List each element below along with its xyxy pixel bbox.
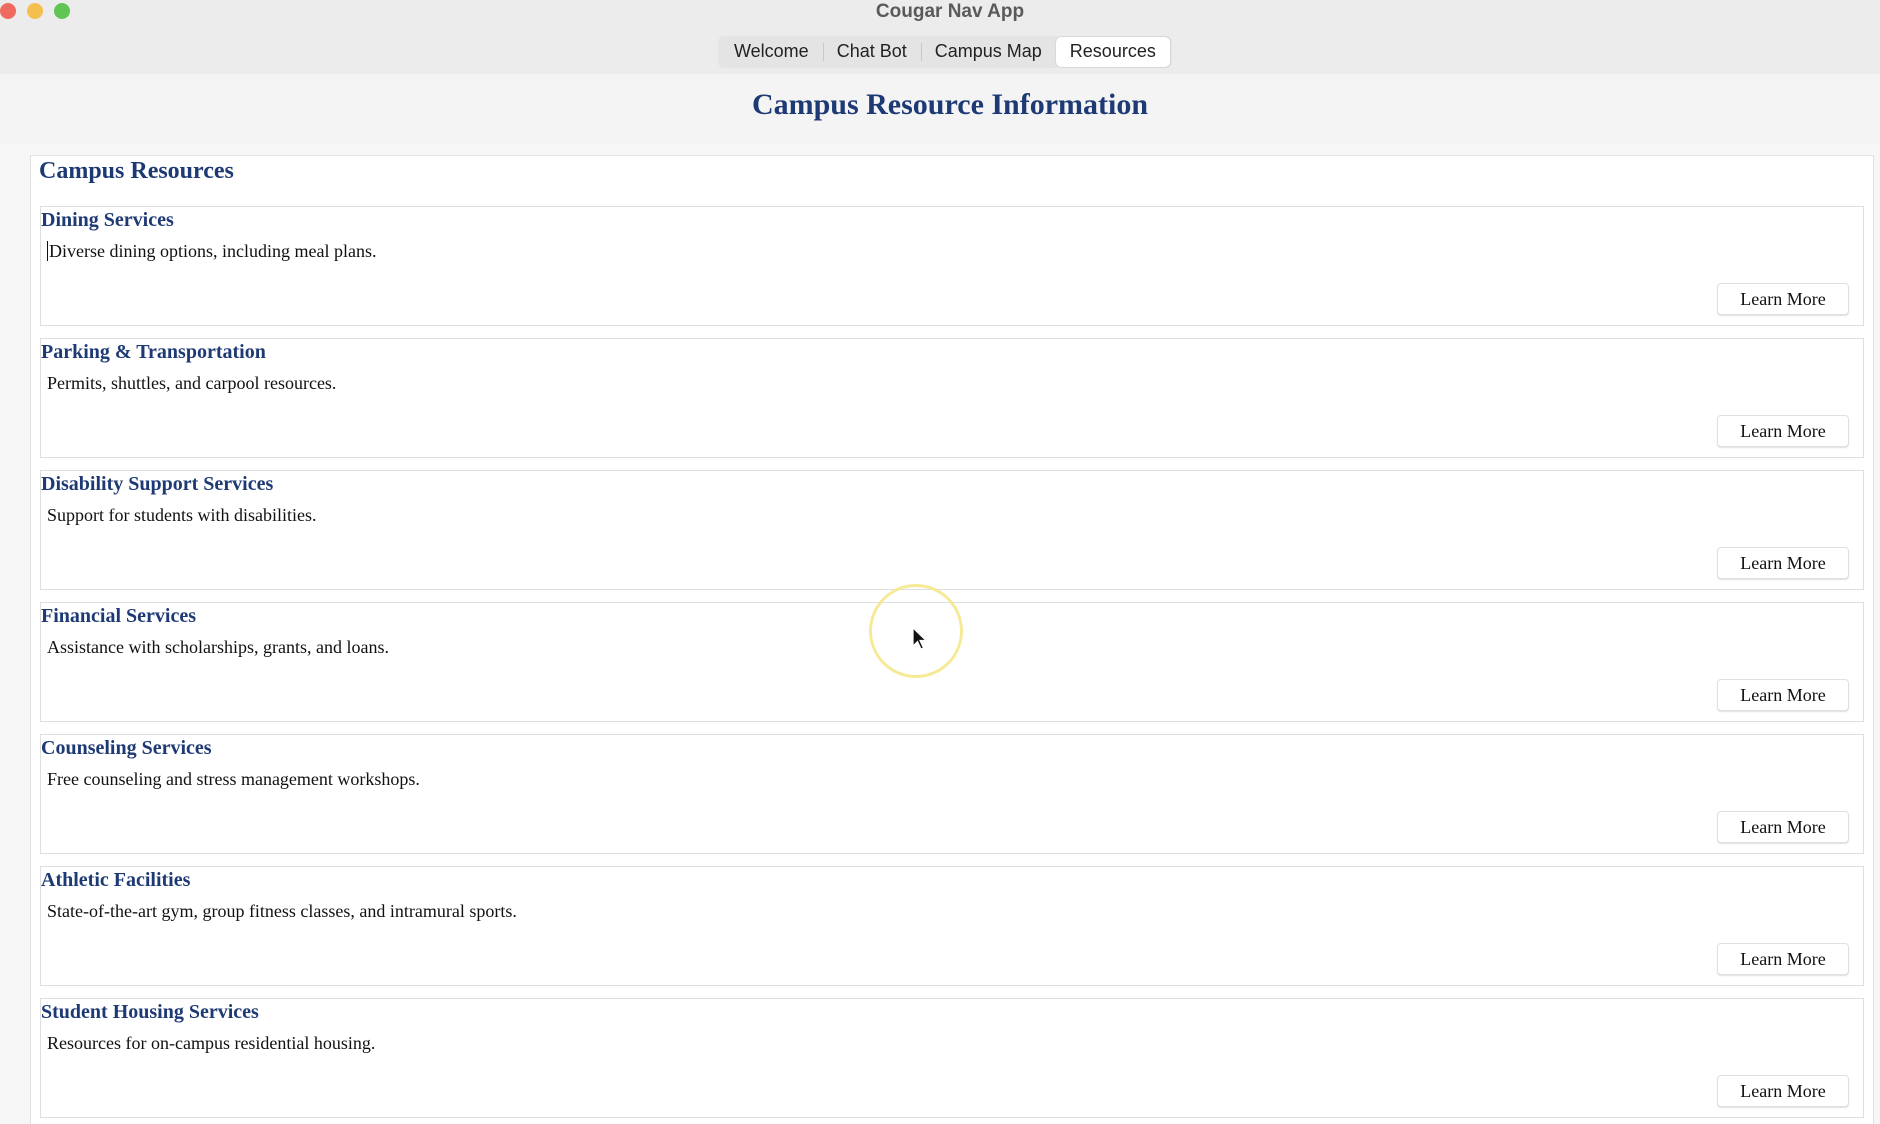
resource-description: Support for students with disabilities. [47,505,317,525]
tab-group: Welcome Chat Bot Campus Map Resources [718,36,1172,68]
resource-card-counseling: Counseling Services Free counseling and … [40,734,1864,854]
tab-welcome[interactable]: Welcome [720,37,823,67]
resource-card-dining: Dining Services Diverse dining options, … [40,206,1864,326]
section-title: Campus Resources [39,158,234,184]
tab-chat-bot[interactable]: Chat Bot [822,37,921,67]
resource-title: Disability Support Services [41,473,274,495]
resource-card-housing: Student Housing Services Resources for o… [40,998,1864,1118]
resource-title: Parking & Transportation [41,341,266,363]
resource-description-text: Diverse dining options, including meal p… [49,241,377,261]
resource-description: Permits, shuttles, and carpool resources… [47,373,337,393]
resource-card-parking: Parking & Transportation Permits, shuttl… [40,338,1864,458]
text-caret [47,241,48,261]
learn-more-button[interactable]: Learn More [1717,415,1849,447]
title-bar: Cougar Nav App [0,0,1880,31]
learn-more-button[interactable]: Learn More [1717,1075,1849,1107]
resource-card-athletic: Athletic Facilities State-of-the-art gym… [40,866,1864,986]
resource-description: Assistance with scholarships, grants, an… [47,637,389,657]
app-window: Cougar Nav App Welcome Chat Bot Campus M… [0,0,1880,1124]
learn-more-button[interactable]: Learn More [1717,547,1849,579]
learn-more-button[interactable]: Learn More [1717,283,1849,315]
page-title: Campus Resource Information [751,88,1149,121]
tab-resources[interactable]: Resources [1055,37,1170,67]
resource-title: Athletic Facilities [41,869,191,891]
tab-bar: Welcome Chat Bot Campus Map Resources [0,30,1880,74]
resource-title: Dining Services [41,209,174,231]
learn-more-button[interactable]: Learn More [1717,679,1849,711]
resource-title: Student Housing Services [41,1001,259,1023]
resource-title: Counseling Services [41,737,212,759]
learn-more-button[interactable]: Learn More [1717,811,1849,843]
mouse-pointer-icon [912,627,928,650]
resource-title: Financial Services [41,605,196,627]
window-title: Cougar Nav App [875,1,1025,22]
resource-card-disability: Disability Support Services Support for … [40,470,1864,590]
page-header: Campus Resource Information [0,74,1880,144]
resource-description: State-of-the-art gym, group fitness clas… [47,901,517,921]
resource-description[interactable]: Diverse dining options, including meal p… [47,241,376,262]
resource-description: Free counseling and stress management wo… [47,769,420,789]
tab-campus-map[interactable]: Campus Map [920,37,1056,67]
learn-more-button[interactable]: Learn More [1717,943,1849,975]
resource-description: Resources for on-campus residential hous… [47,1033,376,1053]
